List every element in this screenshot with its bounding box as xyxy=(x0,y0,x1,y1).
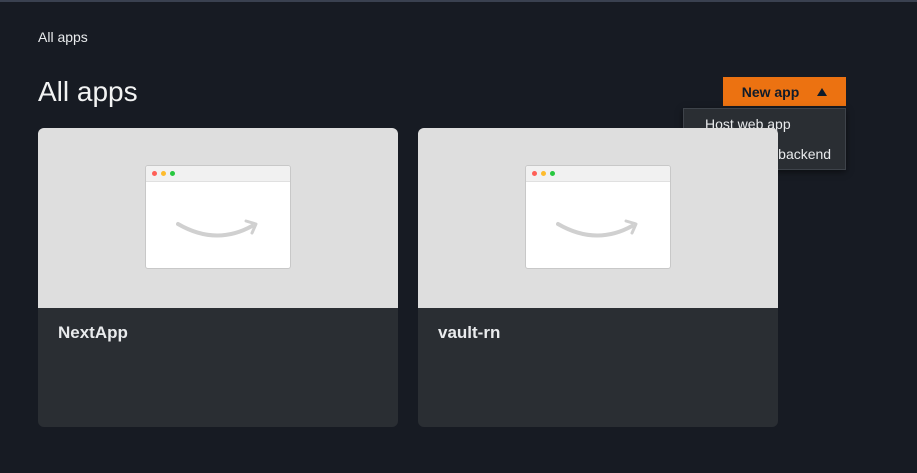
maximize-dot-icon xyxy=(550,171,555,176)
breadcrumb[interactable]: All apps xyxy=(38,29,88,45)
browser-title-bar xyxy=(146,166,290,182)
close-dot-icon xyxy=(532,171,537,176)
app-card-vault-rn[interactable]: vault-rn xyxy=(418,128,778,427)
new-app-button[interactable]: New app xyxy=(723,77,846,106)
caret-up-icon xyxy=(817,87,828,96)
top-border xyxy=(0,0,917,2)
minimize-dot-icon xyxy=(161,171,166,176)
app-name[interactable]: vault-rn xyxy=(438,323,500,343)
browser-title-bar xyxy=(526,166,670,182)
browser-window-illustration xyxy=(525,165,671,269)
app-preview xyxy=(38,128,398,308)
close-dot-icon xyxy=(152,171,157,176)
app-preview xyxy=(418,128,778,308)
amazon-smile-icon xyxy=(176,219,258,238)
app-name[interactable]: NextApp xyxy=(58,323,128,343)
minimize-dot-icon xyxy=(541,171,546,176)
browser-window-illustration xyxy=(145,165,291,269)
page-title: All apps xyxy=(38,76,138,107)
amazon-smile-icon xyxy=(556,219,638,238)
app-card-nextapp[interactable]: NextApp xyxy=(38,128,398,427)
new-app-button-label: New app xyxy=(741,83,800,100)
maximize-dot-icon xyxy=(170,171,175,176)
